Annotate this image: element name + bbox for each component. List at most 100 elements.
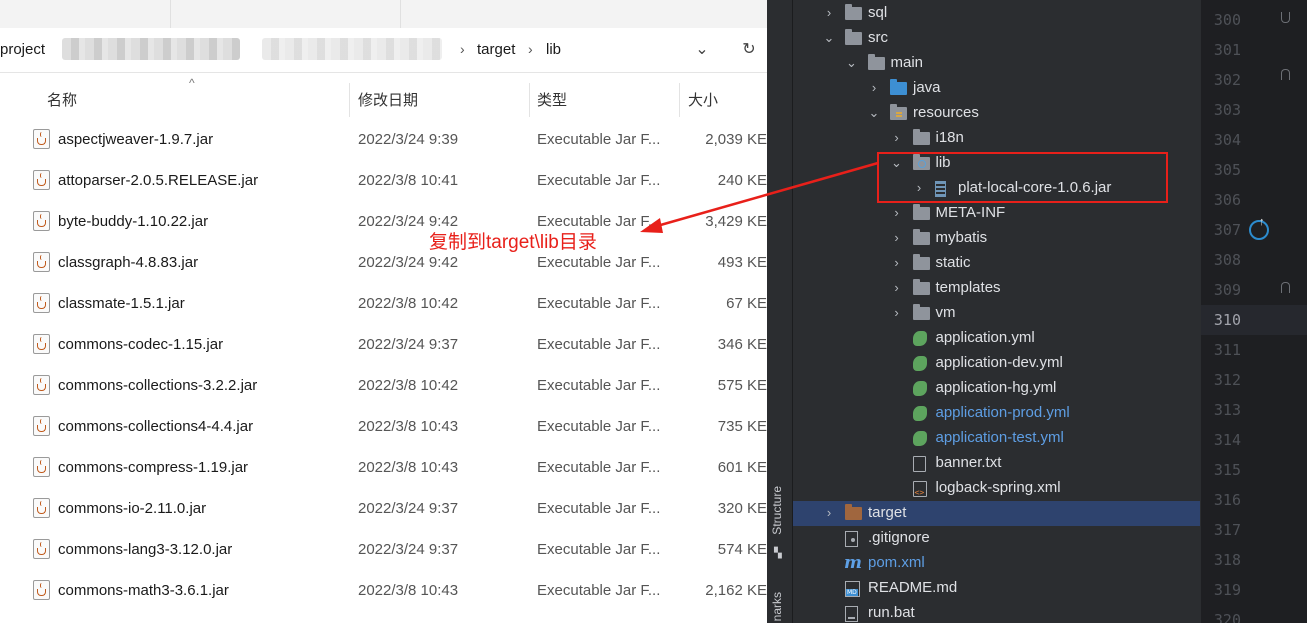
line-number: 308 (1213, 251, 1241, 269)
tree-item[interactable]: › target (793, 501, 1200, 526)
tree-item[interactable]: run.bat (793, 601, 1200, 623)
jar-file-icon (33, 416, 50, 436)
file-modified-date: 2022/3/8 10:43 (358, 418, 459, 435)
project-tree: › sql ⌄ src ⌄ main › java ⌄ resources › i18n ⌄ lib › pl… (793, 0, 1200, 623)
file-modified-date: 2022/3/8 10:43 (358, 582, 459, 599)
tree-item[interactable]: application-prod.yml (793, 401, 1200, 426)
tree-item[interactable]: ⌄ src (793, 26, 1200, 51)
tree-item[interactable]: logback-spring.xml (793, 476, 1200, 501)
fold-marker-icon[interactable] (1281, 69, 1290, 80)
tree-item-label: sql (868, 4, 888, 21)
chevron-right-icon[interactable]: › (891, 280, 903, 295)
tree-item[interactable]: › META-INF (793, 201, 1200, 226)
column-divider[interactable] (529, 83, 530, 117)
tree-item[interactable]: m pom.xml (793, 551, 1200, 576)
column-header-row: ^ 名称 修改日期 类型 大小 (0, 73, 767, 119)
chevron-right-icon[interactable]: › (823, 505, 835, 520)
file-type: Executable Jar F... (537, 131, 661, 148)
refresh-icon[interactable]: ↻ (738, 39, 760, 61)
chevron-down-icon[interactable]: ⌄ (823, 30, 835, 46)
tree-item[interactable]: › java (793, 76, 1200, 101)
address-bar[interactable]: project › target › lib ⌄ ↻ (0, 28, 767, 73)
file-name: attoparser-2.0.5.RELEASE.jar (58, 172, 259, 189)
chevron-right-icon[interactable]: › (891, 130, 903, 145)
line-number: 309 (1213, 281, 1241, 299)
column-size-header[interactable]: 大小 (688, 89, 718, 110)
file-row[interactable]: byte-buddy-1.10.22.jar 2022/3/24 9:42 Exec… (0, 201, 767, 242)
fold-marker-icon[interactable] (1281, 12, 1290, 23)
column-name-header[interactable]: 名称 (47, 89, 77, 110)
file-type: Executable Jar F... (537, 254, 661, 271)
chevron-right-icon[interactable]: › (891, 205, 903, 220)
tree-item[interactable]: ⌄ main (793, 51, 1200, 76)
file-row[interactable]: commons-compress-1.19.jar 2022/3/8 10:43 E… (0, 447, 767, 488)
file-size: 320 KE (717, 500, 767, 517)
breadcrumb-target[interactable]: target (477, 41, 515, 58)
chevron-right-icon[interactable]: › (891, 305, 903, 320)
file-row[interactable]: commons-collections4-4.4.jar 2022/3/8 10:… (0, 406, 767, 447)
line-number: 314 (1213, 431, 1241, 449)
spring-leaf-icon (912, 331, 927, 346)
line-number: 313 (1213, 401, 1241, 419)
tree-item[interactable]: application.yml (793, 326, 1200, 351)
excluded-folder-icon (845, 504, 862, 520)
file-row[interactable]: commons-lang3-3.12.0.jar 2022/3/24 9:37 Ex… (0, 529, 767, 570)
tree-item[interactable]: › sql (793, 1, 1200, 26)
tree-item[interactable]: application-dev.yml (793, 351, 1200, 376)
tree-item[interactable]: › i18n (793, 126, 1200, 151)
run-gutter-icon[interactable] (1249, 216, 1269, 240)
tree-item[interactable]: ⌄ resources (793, 101, 1200, 126)
tree-item[interactable]: application-hg.yml (793, 376, 1200, 401)
file-row[interactable]: commons-codec-1.15.jar 2022/3/24 9:37 Exec… (0, 324, 767, 365)
file-row[interactable]: classmate-1.5.1.jar 2022/3/8 10:42 Executa… (0, 283, 767, 324)
bookmarks-tab[interactable]: narks (770, 592, 784, 621)
markdown-icon (845, 581, 860, 597)
file-type: Executable Jar F... (537, 459, 661, 476)
line-number: 301 (1213, 41, 1241, 59)
structure-tab[interactable]: Structure (770, 486, 784, 535)
column-divider[interactable] (679, 83, 680, 117)
fold-marker-icon[interactable] (1281, 282, 1290, 293)
tree-item[interactable]: › mybatis (793, 226, 1200, 251)
folder-icon (867, 54, 885, 70)
tree-item[interactable]: › static (793, 251, 1200, 276)
line-number: 304 (1213, 131, 1241, 149)
line-number: 315 (1213, 461, 1241, 479)
tree-item[interactable]: README.md (793, 576, 1200, 601)
column-divider[interactable] (349, 83, 350, 117)
file-name: aspectjweaver-1.9.7.jar (58, 131, 214, 148)
chevron-down-icon[interactable]: ⌄ (691, 39, 713, 61)
tree-item-label: static (935, 254, 971, 271)
chevron-right-icon[interactable]: › (823, 5, 835, 20)
redacted-path-segment (62, 38, 240, 60)
tree-item[interactable]: banner.txt (793, 451, 1200, 476)
chevron-right-icon[interactable]: › (891, 230, 903, 245)
file-row[interactable]: classgraph-4.8.83.jar 2022/3/24 9:42 Execu… (0, 242, 767, 283)
jar-file-icon (33, 375, 50, 395)
chevron-right-icon[interactable]: › (868, 80, 880, 95)
tree-item[interactable]: .gitignore (793, 526, 1200, 551)
tree-item[interactable]: › templates (793, 276, 1200, 301)
file-name: classgraph-4.8.83.jar (58, 254, 199, 271)
file-row[interactable]: attoparser-2.0.5.RELEASE.jar 2022/3/8 10:… (0, 160, 767, 201)
column-date-header[interactable]: 修改日期 (358, 89, 418, 110)
file-row[interactable]: aspectjweaver-1.9.7.jar 2022/3/24 9:39 Exe… (0, 119, 767, 160)
file-name: byte-buddy-1.10.22.jar (58, 213, 209, 230)
file-name: classmate-1.5.1.jar (58, 295, 185, 312)
line-number: 310 (1213, 311, 1241, 329)
file-row[interactable]: commons-collections-3.2.2.jar 2022/3/8 10… (0, 365, 767, 406)
tree-item[interactable]: application-test.yml (793, 426, 1200, 451)
chevron-down-icon[interactable]: ⌄ (846, 55, 858, 71)
chevron-down-icon[interactable]: ⌄ (868, 105, 880, 121)
tree-item[interactable]: › vm (793, 301, 1200, 326)
breadcrumb-lib[interactable]: lib (546, 41, 561, 58)
bat-file-icon (845, 606, 858, 622)
file-type: Executable Jar F... (537, 172, 661, 189)
chevron-right-icon[interactable]: › (891, 255, 903, 270)
file-size: 575 KE (717, 377, 767, 394)
column-type-header[interactable]: 类型 (537, 89, 567, 110)
file-row[interactable]: commons-math3-3.6.1.jar 2022/3/8 10:43 Exe… (0, 570, 767, 611)
file-row[interactable]: commons-io-2.11.0.jar 2022/3/24 9:37 Execu… (0, 488, 767, 529)
folder-icon (912, 304, 930, 320)
breadcrumb-project[interactable]: project (0, 41, 45, 58)
